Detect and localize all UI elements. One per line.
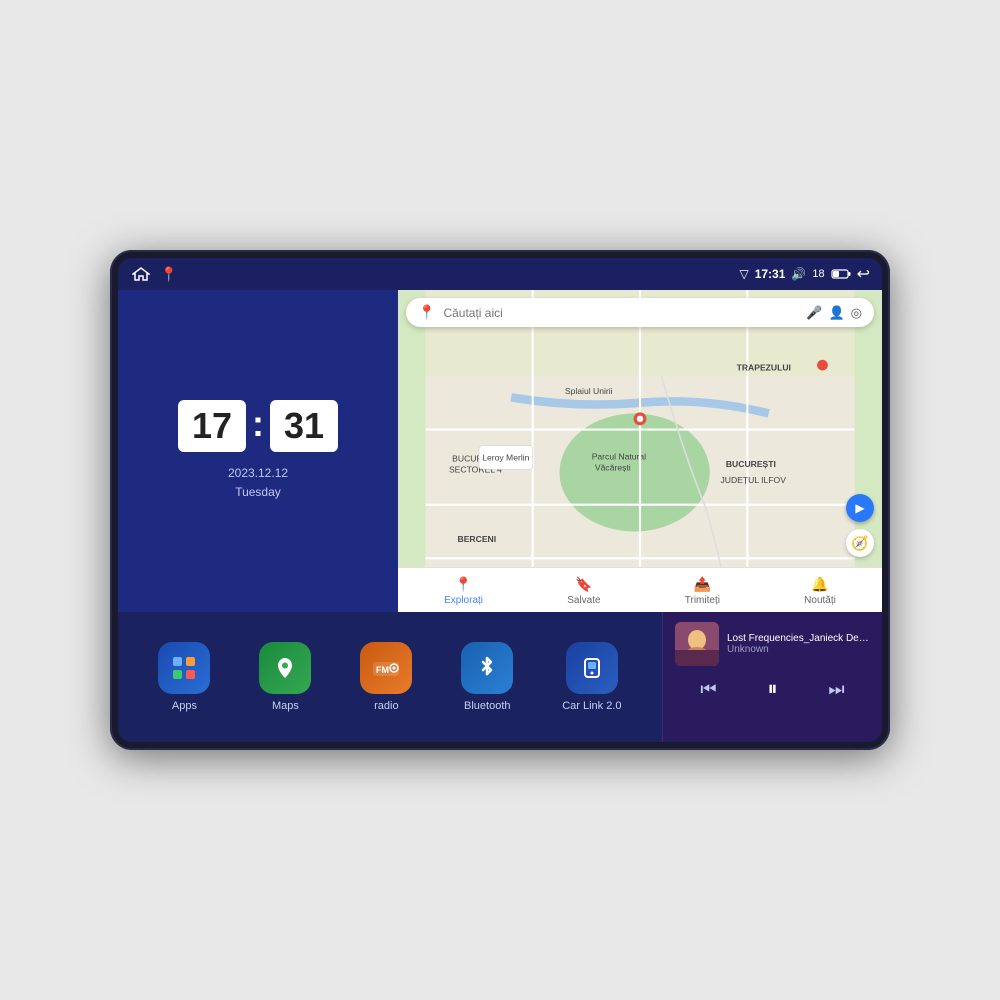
map-bottom-nav: 📍 Explorați 🔖 Salvate 📤 Trimiteți � — [398, 567, 882, 612]
bluetooth-label: Bluetooth — [464, 700, 510, 712]
svg-text:BUCUREȘTI: BUCUREȘTI — [726, 459, 776, 469]
radio-app-icon: FM — [370, 654, 402, 682]
next-button[interactable]: ⏭ — [824, 675, 848, 704]
status-left-icons: 📍 — [130, 265, 177, 283]
map-search-bar[interactable]: 📍 🎤 👤 ◎ — [406, 298, 874, 327]
svg-text:JUDEȚUL ILFOV: JUDEȚUL ILFOV — [721, 475, 787, 485]
app-item-bluetooth[interactable]: Bluetooth — [461, 642, 513, 712]
svg-text:Văcărești: Văcărești — [595, 462, 631, 472]
music-player: Lost Frequencies_Janieck Devy-... Unknow… — [662, 612, 882, 742]
compass-button[interactable]: 🧭 — [846, 529, 874, 557]
maps-status-icon: 📍 — [160, 266, 177, 283]
signal-icon: ▽ — [739, 267, 748, 281]
music-controls: ⏮ ⏸ ⏭ — [675, 674, 870, 705]
app-item-maps[interactable]: Maps — [259, 642, 311, 712]
account-icon[interactable]: 👤 — [828, 305, 844, 321]
news-label: Noutăți — [804, 595, 836, 606]
music-top: Lost Frequencies_Janieck Devy-... Unknow… — [675, 622, 870, 666]
battery-level: 18 — [812, 268, 824, 280]
clock-hours: 17 — [192, 405, 232, 446]
radio-label: radio — [374, 700, 398, 712]
album-art-image — [675, 622, 719, 666]
maps-label: Maps — [272, 700, 299, 712]
explore-label: Explorați — [444, 595, 483, 606]
play-pause-button[interactable]: ⏸ — [763, 674, 781, 705]
album-art — [675, 622, 719, 666]
status-right-area: ▽ 17:31 🔊 18 ↩ — [739, 264, 870, 284]
svg-text:BERCENI: BERCENI — [458, 534, 497, 544]
carlink-app-icon — [578, 654, 606, 682]
main-content: 17 : 31 2023.12.12 Tuesday — [118, 290, 882, 742]
voice-search-icon[interactable]: 🎤 — [806, 305, 822, 321]
maps-app-icon — [271, 654, 299, 682]
music-info: Lost Frequencies_Janieck Devy-... Unknow… — [727, 633, 870, 655]
radio-icon-wrapper: FM — [360, 642, 412, 694]
clock-minutes: 31 — [284, 405, 324, 446]
navigate-button[interactable]: ▶ — [846, 494, 874, 522]
car-display-device: 📍 ▽ 17:31 🔊 18 ↩ — [110, 250, 890, 750]
device-screen: 📍 ▽ 17:31 🔊 18 ↩ — [118, 258, 882, 742]
maps-icon-wrapper — [259, 642, 311, 694]
apps-grid-icon — [170, 654, 198, 682]
carlink-icon-wrapper — [566, 642, 618, 694]
top-section: 17 : 31 2023.12.12 Tuesday — [118, 290, 882, 612]
map-svg: Parcul Natural Văcărești Splaiul Unirii — [398, 290, 882, 612]
clock-date-value: 2023.12.12 — [228, 464, 288, 483]
app-item-radio[interactable]: FM radio — [360, 642, 412, 712]
status-bar: 📍 ▽ 17:31 🔊 18 ↩ — [118, 258, 882, 290]
explore-icon: 📍 — [455, 576, 472, 593]
battery-icon — [831, 269, 851, 279]
svg-text:TRAPEZULUI: TRAPEZULUI — [737, 363, 791, 373]
volume-icon: 🔊 — [791, 267, 806, 281]
clock-minutes-block: 31 — [270, 400, 338, 452]
clock-display: 17 : 31 — [178, 400, 338, 452]
svg-text:FM: FM — [376, 665, 389, 675]
news-icon: 🔔 — [811, 576, 828, 593]
svg-text:Splaiul Unirii: Splaiul Unirii — [565, 386, 613, 396]
prev-button[interactable]: ⏮ — [696, 675, 720, 704]
apps-icon-wrapper — [158, 642, 210, 694]
svg-text:Parcul Natural: Parcul Natural — [592, 452, 646, 462]
status-time: 17:31 — [755, 267, 786, 281]
map-search-actions: 🎤 👤 ◎ — [806, 305, 862, 321]
bluetooth-icon-wrapper — [461, 642, 513, 694]
music-artist: Unknown — [727, 644, 870, 655]
carlink-label: Car Link 2.0 — [562, 700, 621, 712]
saved-label: Salvate — [567, 595, 600, 606]
share-label: Trimiteți — [685, 595, 720, 606]
clock-day-value: Tuesday — [228, 483, 288, 502]
bluetooth-app-icon — [473, 654, 501, 682]
layers-icon[interactable]: ◎ — [851, 305, 862, 321]
maps-search-icon: 📍 — [418, 304, 435, 321]
back-button[interactable]: ↩ — [857, 264, 870, 284]
map-nav-news[interactable]: 🔔 Noutăți — [804, 576, 836, 606]
map-nav-explore[interactable]: 📍 Explorați — [444, 576, 483, 606]
map-panel[interactable]: Parcul Natural Văcărești Splaiul Unirii — [398, 290, 882, 612]
map-nav-share[interactable]: 📤 Trimiteți — [685, 576, 720, 606]
svg-text:Leroy Merlin: Leroy Merlin — [482, 453, 529, 463]
map-search-input[interactable] — [443, 306, 798, 320]
clock-hours-block: 17 — [178, 400, 246, 452]
app-item-carlink[interactable]: Car Link 2.0 — [562, 642, 621, 712]
clock-date-area: 2023.12.12 Tuesday — [228, 464, 288, 502]
apps-label: Apps — [172, 700, 197, 712]
apps-section: Apps Maps — [118, 612, 662, 742]
home-icon[interactable] — [130, 265, 152, 283]
bottom-section: Apps Maps — [118, 612, 882, 742]
app-item-apps[interactable]: Apps — [158, 642, 210, 712]
clock-panel: 17 : 31 2023.12.12 Tuesday — [118, 290, 398, 612]
clock-colon: : — [252, 403, 264, 445]
music-title: Lost Frequencies_Janieck Devy-... — [727, 633, 870, 644]
share-icon: 📤 — [694, 576, 711, 593]
saved-icon: 🔖 — [575, 576, 592, 593]
map-nav-saved[interactable]: 🔖 Salvate — [567, 576, 600, 606]
